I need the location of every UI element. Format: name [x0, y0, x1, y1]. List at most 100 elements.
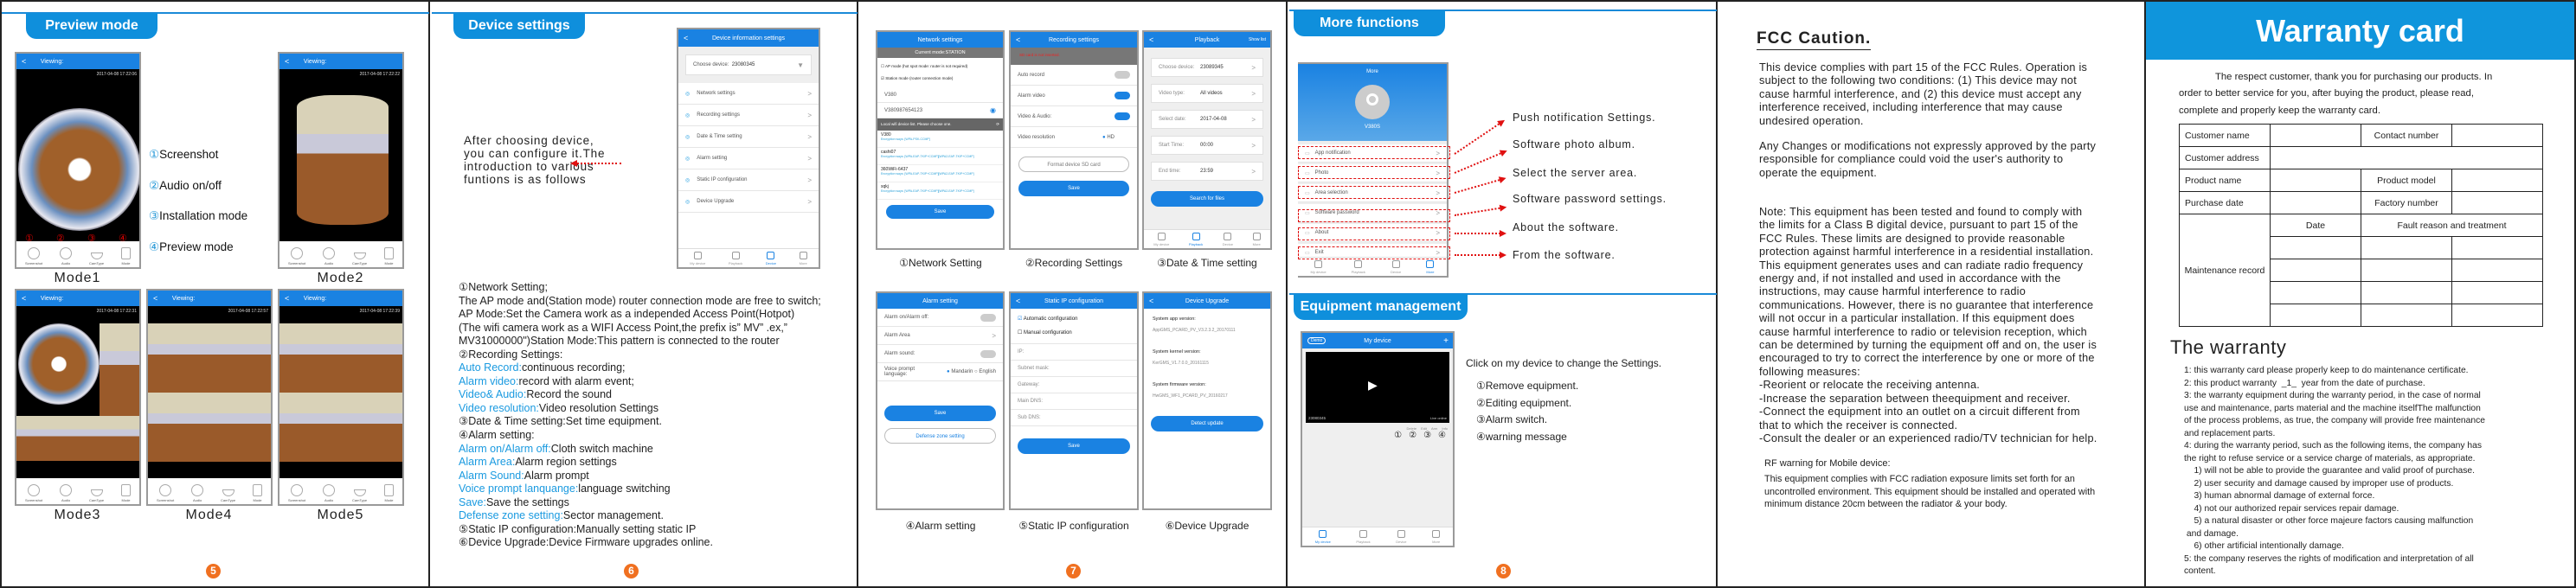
alarm-area-row[interactable]: Alarm Area > — [877, 327, 1003, 345]
back-icon[interactable]: < — [153, 294, 157, 303]
mode-button[interactable]: Mode — [384, 484, 395, 502]
audio-button[interactable]: Audio — [60, 247, 73, 265]
playback-field[interactable]: End time: 23:59 > — [1151, 162, 1263, 181]
ip-field[interactable]: IP: — [1011, 344, 1137, 361]
audio-button[interactable]: Audio — [323, 247, 336, 265]
audio-button[interactable]: Audio — [191, 484, 204, 502]
back-icon[interactable]: < — [22, 57, 26, 66]
back-icon[interactable]: < — [1149, 35, 1153, 44]
product-name-field[interactable] — [2270, 169, 2361, 192]
camtype-button[interactable]: CamType — [352, 252, 367, 265]
device-action-button[interactable]: Arm — [1431, 426, 1437, 431]
back-icon[interactable]: < — [684, 34, 688, 42]
eye-icon[interactable]: ◉ — [990, 106, 996, 114]
settings-menu-item[interactable]: ◎ Recording settings > — [678, 105, 819, 126]
screenshot-button[interactable]: Screenshot — [25, 484, 42, 502]
nav-playback[interactable]: Playback — [1352, 260, 1365, 274]
choose-device-select[interactable]: Choose device: 23080345 ▼ — [685, 54, 812, 75]
nav-more[interactable]: More — [1253, 233, 1261, 246]
camtype-button[interactable]: CamType — [221, 489, 235, 502]
nav-device[interactable]: Device — [1396, 530, 1406, 544]
alarm-toggle[interactable] — [980, 313, 996, 322]
password-field[interactable]: V380987654123 ◉ — [877, 103, 1003, 118]
device-preview[interactable]: ▶ 23080345 Live online — [1306, 352, 1449, 423]
settings-menu-item[interactable]: ◎ Alarm setting > — [678, 148, 819, 169]
ap-mode-checkbox[interactable]: ☐ AP mode (hot spot mode: router is not … — [881, 61, 999, 73]
refresh-icon[interactable]: ⟳ — [996, 118, 999, 131]
product-model-field[interactable] — [2451, 169, 2543, 192]
save-button[interactable]: Save — [886, 205, 994, 219]
nav-device[interactable]: Device — [1391, 260, 1401, 274]
format-sd-button[interactable]: Format device SD card — [1018, 157, 1129, 172]
settings-menu-item[interactable]: ◎ Device Upgrade > — [678, 191, 819, 213]
contact-number-field[interactable] — [2451, 124, 2543, 147]
camtype-button[interactable]: CamType — [352, 489, 367, 502]
wifi-list-item[interactable]: cashi07 Encryption ways: [WPA-EAP-TKIP+CC… — [877, 148, 1003, 165]
add-device-button[interactable]: + — [1443, 336, 1449, 346]
demo-button[interactable]: Demo — [1307, 337, 1327, 344]
manual-config-checkbox[interactable]: ☐ Manual configuration — [1018, 326, 1130, 340]
purchase-date-field[interactable] — [2270, 191, 2361, 214]
ip-field[interactable]: Main DNS: — [1011, 393, 1137, 410]
factory-number-field[interactable] — [2451, 191, 2543, 214]
screenshot-button[interactable]: Screenshot — [288, 247, 305, 265]
video-audio-toggle[interactable] — [1115, 112, 1130, 120]
nav-my-device[interactable]: My device — [690, 252, 705, 265]
detect-update-button[interactable]: Detect update — [1151, 416, 1263, 431]
play-icon[interactable]: ▶ — [1368, 378, 1378, 393]
english-radio[interactable]: ○ English — [974, 369, 996, 374]
ip-field[interactable]: Sub DNS: — [1011, 410, 1137, 426]
nav-more[interactable]: More — [800, 252, 807, 265]
nav-playback[interactable]: Playback — [729, 252, 742, 265]
back-icon[interactable]: < — [285, 57, 289, 66]
playback-field[interactable]: Video type: All videos > — [1151, 84, 1263, 103]
mode-button[interactable]: Mode — [384, 247, 395, 265]
mode-button[interactable]: Mode — [121, 484, 132, 502]
back-icon[interactable]: < — [22, 294, 26, 303]
audio-button[interactable]: Audio — [323, 484, 336, 502]
mandarin-radio[interactable]: ● Mandarin — [947, 369, 973, 374]
auto-record-toggle[interactable] — [1115, 71, 1130, 79]
ssid-field[interactable]: V380 — [877, 87, 1003, 103]
wifi-list-item[interactable]: V380 Encryption ways: [WPA-PSK-CCMP] — [877, 131, 1003, 148]
back-icon[interactable]: < — [1149, 297, 1153, 305]
screenshot-button[interactable]: Screenshot — [288, 484, 305, 502]
back-icon[interactable]: < — [1016, 35, 1020, 44]
screenshot-button[interactable]: Screenshot — [25, 247, 42, 265]
defense-zone-button[interactable]: Defense zone setting — [884, 428, 996, 444]
back-icon[interactable]: < — [1016, 297, 1020, 305]
camtype-button[interactable]: CamType — [89, 252, 104, 265]
camtype-button[interactable]: CamType — [89, 489, 104, 502]
settings-menu-item[interactable]: ◎ Network settings > — [678, 83, 819, 105]
playback-field[interactable]: Choose device: 23089345 > — [1151, 58, 1263, 77]
ip-field[interactable]: Gateway: — [1011, 377, 1137, 393]
hd-radio[interactable]: ● HD — [1102, 135, 1115, 140]
save-button[interactable]: Save — [884, 406, 996, 421]
nav-device[interactable]: Device — [1223, 233, 1233, 246]
nav-playback[interactable]: Playback — [1189, 233, 1203, 246]
wifi-list-item[interactable]: sqkj Encryption ways: [WPA-EAP-TKIP+CCMP]… — [877, 182, 1003, 200]
nav-device[interactable]: Device — [766, 252, 776, 265]
settings-menu-item[interactable]: ◎ Static IP configuration > — [678, 169, 819, 191]
playback-field[interactable]: Start Time: 00:00 > — [1151, 136, 1263, 155]
nav-my-device[interactable]: My device — [1153, 233, 1169, 246]
nav-my-device[interactable]: My device — [1315, 530, 1331, 544]
wifi-list-item[interactable]: 360WiFi-6437 Encryption ways: [WPA-EAP-TK… — [877, 165, 1003, 182]
customer-name-field[interactable] — [2270, 124, 2361, 147]
playback-field[interactable]: Select date: 2017-04-08 > — [1151, 110, 1263, 129]
search-files-button[interactable]: Search for files — [1151, 191, 1263, 207]
automatic-config-checkbox[interactable]: ☑ Automatic configuration — [1018, 312, 1130, 326]
nav-more[interactable]: More — [1432, 530, 1440, 544]
save-button[interactable]: Save — [1018, 438, 1130, 454]
show-list-button[interactable]: Show list — [1249, 37, 1266, 42]
settings-menu-item[interactable]: ◎ Date & Time setting > — [678, 126, 819, 148]
mode-button[interactable]: Mode — [121, 247, 132, 265]
ip-field[interactable]: Subnet mask: — [1011, 361, 1137, 377]
nav-more[interactable]: More — [1426, 260, 1434, 274]
station-mode-checkbox[interactable]: ☑ Station mode (router connection mode) — [881, 73, 999, 85]
alarm-sound-toggle[interactable] — [980, 349, 996, 358]
nav-playback[interactable]: Playback — [1356, 530, 1371, 544]
screenshot-button[interactable]: Screenshot — [157, 484, 174, 502]
audio-button[interactable]: Audio — [60, 484, 73, 502]
nav-my-device[interactable]: My device — [1311, 260, 1327, 274]
